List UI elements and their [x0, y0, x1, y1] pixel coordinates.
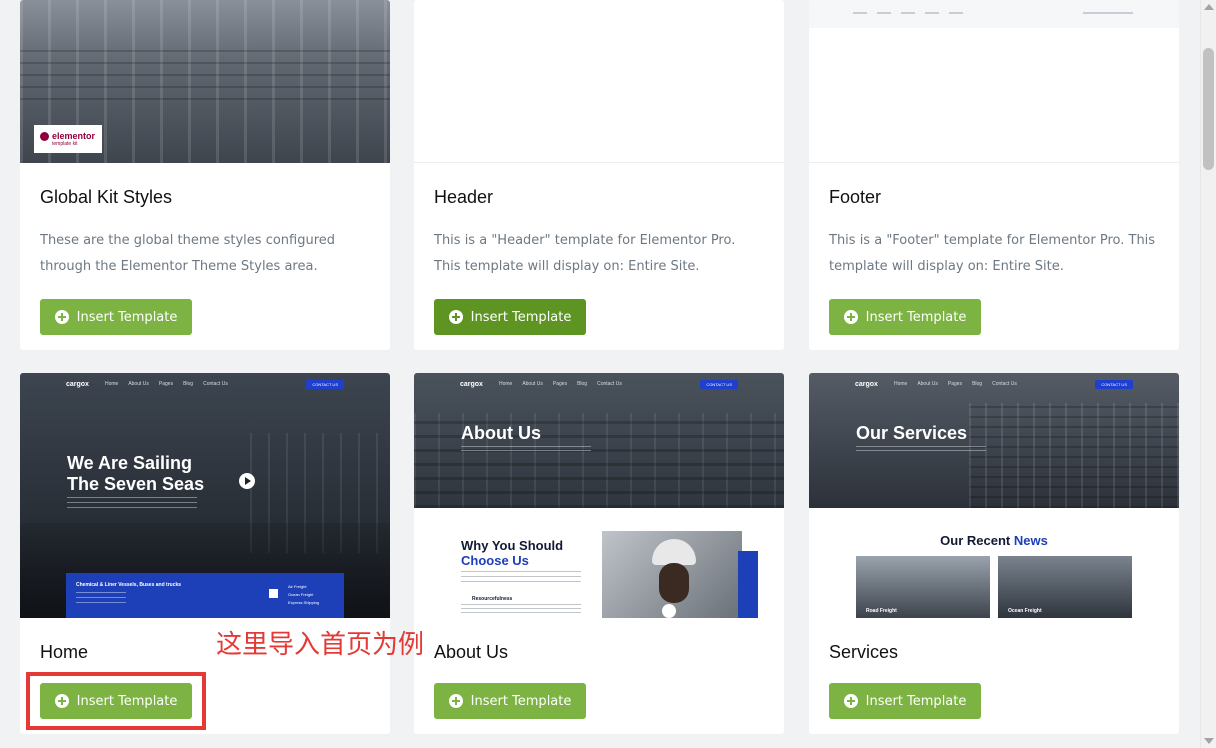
- preview-feature-label: Resourcefulness: [472, 596, 513, 602]
- preview-face: [659, 563, 689, 603]
- plus-circle-icon: [448, 694, 463, 708]
- scroll-up-arrow-icon[interactable]: [1204, 4, 1214, 10]
- annotation-text: 这里导入首页为例: [216, 630, 425, 660]
- card-title: About Us: [434, 642, 509, 662]
- plus-circle-icon: [448, 310, 463, 324]
- insert-template-button[interactable]: Insert Template: [829, 683, 981, 719]
- card-title: Services: [829, 642, 899, 662]
- plus-circle-icon: [843, 310, 858, 324]
- card-title: Home: [40, 642, 89, 662]
- preview-section-line2: Choose Us: [461, 553, 529, 568]
- card-description: This is a "Footer" template for Elemento…: [829, 233, 1156, 274]
- plus-circle-icon: [843, 694, 858, 708]
- preview-news-card: Ocean Freight: [998, 556, 1132, 618]
- preview-hero-title: Our Services: [856, 423, 968, 443]
- preview-section-line1: Why You Should: [461, 538, 564, 553]
- preview-hero-line2: The Seven Seas: [67, 474, 205, 494]
- template-preview-image: elementor template kit: [20, 0, 390, 163]
- template-preview-image: cargox Home About Us Pages Blog Contact …: [414, 373, 784, 618]
- preview-hero-title: About Us: [461, 423, 541, 443]
- insert-template-button[interactable]: Insert Template: [829, 299, 981, 335]
- page-scrollbar[interactable]: [1200, 0, 1216, 748]
- preview-navbar: cargox Home About Us Pages Blog Contact …: [20, 373, 390, 395]
- card-description: These are the global theme styles config…: [40, 233, 336, 274]
- plus-circle-icon: [54, 310, 69, 324]
- scrollbar-thumb[interactable]: [1203, 48, 1214, 170]
- preview-services-band: Chemical & Liner Vessels, Buses and truc…: [66, 573, 344, 618]
- play-icon: [239, 473, 255, 489]
- scroll-down-arrow-icon[interactable]: [1204, 738, 1214, 744]
- elementor-logo-badge: elementor template kit: [34, 125, 102, 153]
- template-preview-image: cargox Home About Us Pages Blog Contact …: [809, 373, 1179, 618]
- insert-template-button[interactable]: Insert Template: [434, 299, 586, 335]
- insert-template-button[interactable]: Insert Template: [434, 683, 586, 719]
- insert-template-button[interactable]: Insert Template: [40, 299, 192, 335]
- template-card-header: Header This is a "Header" template for E…: [414, 0, 784, 350]
- template-preview-image: [809, 0, 1179, 163]
- template-card-global-kit-styles: elementor template kit Global Kit Styles…: [20, 0, 390, 350]
- card-title: Global Kit Styles: [40, 187, 173, 207]
- preview-news-card: Road Freight: [856, 556, 990, 618]
- preview-navbar: cargox Home About Us Pages Blog Contact …: [809, 373, 1179, 395]
- template-preview-image: cargox Home About Us Pages Blog Contact …: [20, 373, 390, 618]
- preview-news-heading: Our Recent News: [940, 533, 1048, 548]
- check-icon: [269, 589, 278, 598]
- card-title: Header: [434, 187, 494, 207]
- template-card-about-us: cargox Home About Us Pages Blog Contact …: [414, 373, 784, 734]
- annotation-highlight-box: [26, 672, 206, 730]
- card-title: Footer: [829, 187, 882, 207]
- template-card-services: cargox Home About Us Pages Blog Contact …: [809, 373, 1179, 734]
- play-icon: [662, 604, 676, 618]
- elementor-icon: [40, 131, 49, 141]
- card-description: This is a "Header" template for Elemento…: [434, 233, 736, 274]
- preview-navbar: cargox Home About Us Pages Blog Contact …: [414, 373, 784, 395]
- template-preview-image: [414, 0, 784, 163]
- preview-hero-line1: We Are Sailing: [67, 453, 193, 473]
- template-card-footer: Footer This is a "Footer" template for E…: [809, 0, 1179, 350]
